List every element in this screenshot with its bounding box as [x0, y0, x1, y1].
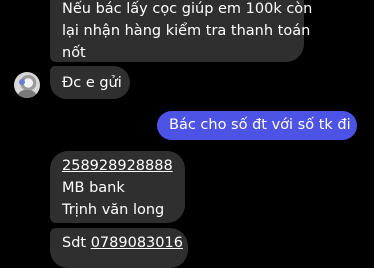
phone-number-link[interactable]: 0789083016 [91, 235, 183, 251]
message-bubble-incoming[interactable]: Sdt 0789083016 [50, 228, 188, 268]
account-name: Trịnh văn long [62, 202, 165, 218]
message-text: Nếu bác lấy cọc giúp em 100k còn [62, 1, 313, 17]
message-bubble-incoming[interactable]: 258928928888 MB bank Trịnh văn long [50, 151, 185, 223]
message-text: Bác cho số đt với số tk đi [169, 117, 351, 133]
message-bubble-incoming[interactable]: Nếu bác lấy cọc giúp em 100k còn lại nhậ… [50, 0, 313, 62]
phone-line: Sdt 0789083016 [62, 232, 188, 254]
avatar-detail [17, 90, 37, 98]
phone-label: Sdt [62, 235, 87, 251]
message-text: Đc e gửi [62, 75, 122, 91]
message-bubble-outgoing[interactable]: Bác cho số đt với số tk đi [157, 111, 357, 140]
account-number-link[interactable]: 258928928888 [62, 155, 185, 177]
message-text: lại nhận hàng kiểm tra thanh toán [62, 23, 311, 39]
contact-avatar[interactable] [14, 72, 40, 98]
message-text: nốt [62, 45, 86, 61]
message-bubble-incoming[interactable]: Đc e gửi [50, 66, 130, 99]
bank-name: MB bank [62, 180, 125, 196]
avatar-detail [19, 79, 25, 85]
